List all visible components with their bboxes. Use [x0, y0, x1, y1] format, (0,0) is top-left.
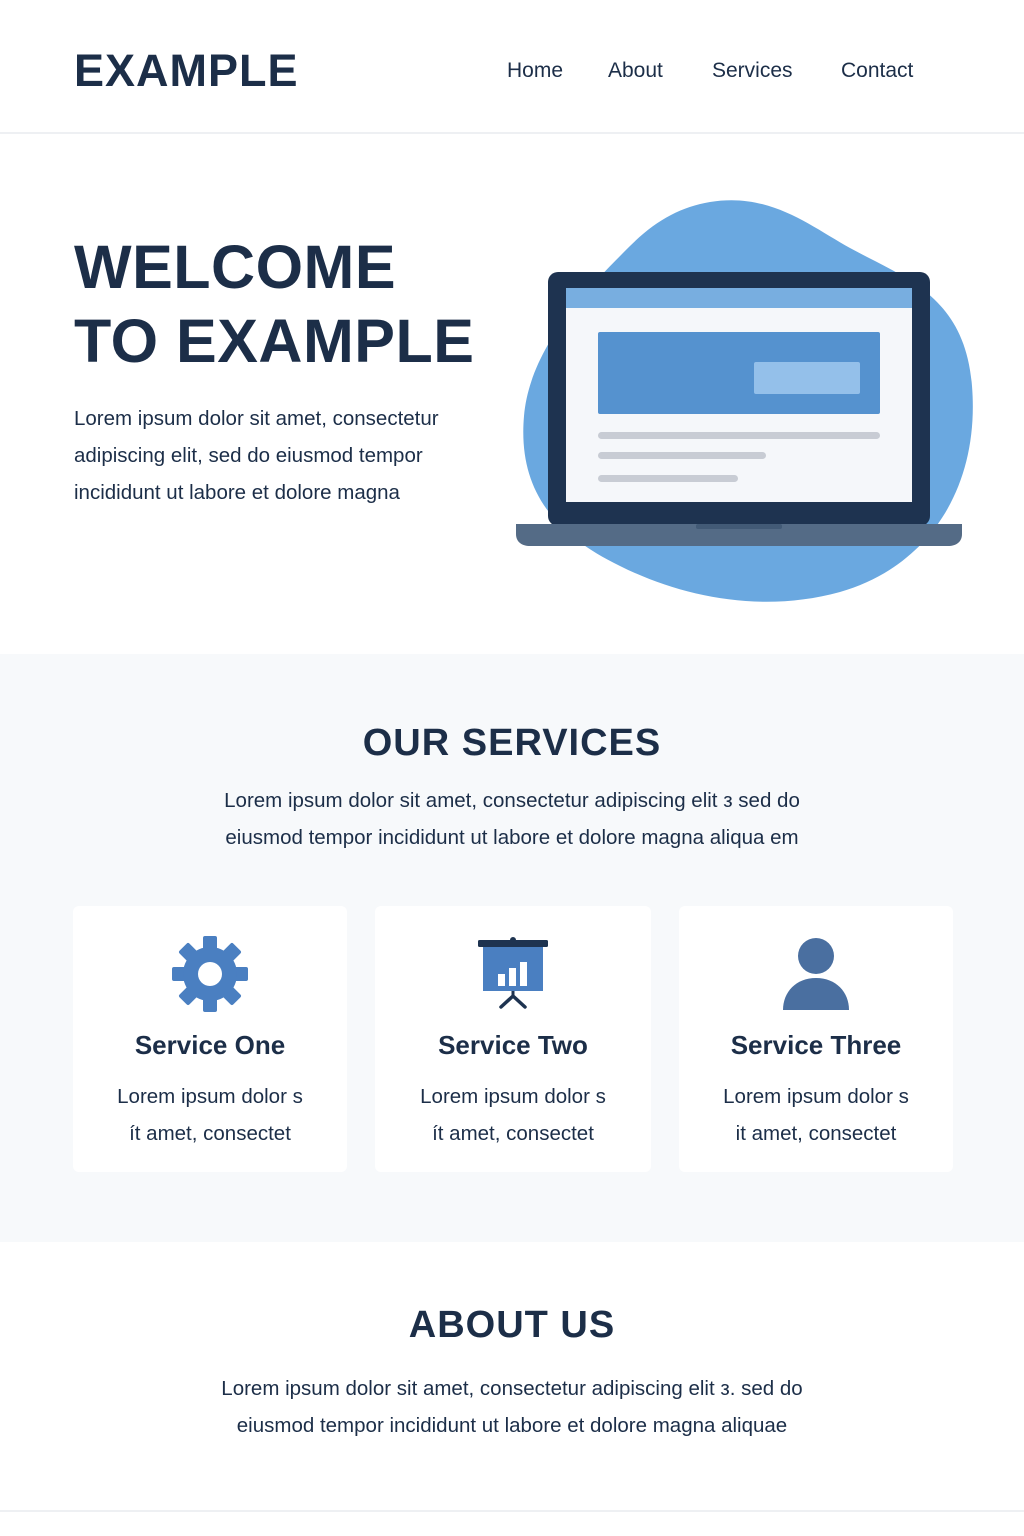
service-two-title: Service Two	[438, 1030, 588, 1060]
services-title: OUR SERVICES	[362, 722, 662, 764]
laptop-illustration	[516, 200, 973, 602]
service-three-text: Lorem ipsum dolor s it amet, consectet	[699, 1078, 933, 1152]
service-card-two[interactable]: Service Two Lorem ipsum dolor s ít amet,…	[375, 906, 651, 1172]
footer-divider	[0, 1510, 1024, 1512]
service-three-text-line-1: Lorem ipsum dolor s	[723, 1085, 909, 1108]
service-two-text: Lorem ipsum dolor s ít amet, consectet	[395, 1078, 631, 1152]
services-description-line-2: eiusmod tempor incididunt ut labore et d…	[225, 826, 799, 849]
screen-text-line-3	[598, 475, 738, 482]
user-icon	[783, 938, 849, 1010]
nav-link-home[interactable]: Home	[507, 56, 563, 86]
hero-title-line-1: WELCOME	[74, 233, 397, 301]
nav-link-services[interactable]: Services	[712, 56, 793, 86]
service-two-text-line-1: Lorem ipsum dolor s	[420, 1085, 606, 1108]
service-one-title: Service One	[134, 1030, 286, 1060]
service-card-one[interactable]: Service One Lorem ipsum dolor s ít amet,…	[73, 906, 347, 1172]
services-section: OUR SERVICES Lorem ipsum dolor sit amet,…	[0, 654, 1024, 1242]
services-description-line-1: Lorem ipsum dolor sit amet, consectetur …	[224, 789, 800, 812]
service-two-text-line-2: ít amet, consectet	[432, 1122, 594, 1145]
about-section: ABOUT US Lorem ipsum dolor sit amet, con…	[0, 1242, 1024, 1536]
screen-text-line-2	[598, 452, 766, 459]
hero-title-line-2: TO EXAMPLE	[74, 307, 475, 375]
service-one-text-line-1: Lorem ipsum dolor s	[117, 1085, 303, 1108]
site-header: EXAMPLE Home About Services Contact	[0, 0, 1024, 134]
hero-description: Lorem ipsum dolor sit amet, consectetur …	[74, 407, 439, 504]
about-title: ABOUT US	[408, 1304, 616, 1346]
gear-icon	[172, 936, 248, 1012]
screen-topbar	[566, 288, 912, 308]
about-description-line-2: eiusmod tempor incididunt ut labore et d…	[236, 1414, 788, 1437]
services-description: Lorem ipsum dolor sit amet, consectetur …	[162, 782, 862, 856]
hero-title: WELCOME TO EXAMPLE	[74, 230, 514, 378]
screen-banner-button	[754, 362, 860, 394]
service-card-three[interactable]: Service Three Lorem ipsum dolor s it ame…	[679, 906, 953, 1172]
presentation-chart-icon	[478, 937, 548, 1009]
nav-link-contact[interactable]: Contact	[841, 56, 913, 86]
main-nav: Home About Services Contact	[0, 56, 1024, 86]
screen-text-line-1	[598, 432, 880, 439]
laptop-notch	[696, 524, 782, 529]
about-description: Lorem ipsum dolor sit amet, consectetur …	[150, 1370, 874, 1444]
service-three-text-line-2: it amet, consectet	[735, 1122, 897, 1145]
service-three-title: Service Three	[730, 1030, 902, 1060]
nav-link-about[interactable]: About	[608, 56, 663, 86]
service-one-text-line-2: ít amet, consectet	[129, 1122, 291, 1145]
service-one-text: Lorem ipsum dolor s ít amet, consectet	[93, 1078, 327, 1152]
hero-section: WELCOME TO EXAMPLE Lorem ipsum dolor sit…	[0, 136, 1024, 654]
about-description-line-1: Lorem ipsum dolor sit amet, consectetur …	[221, 1377, 803, 1400]
